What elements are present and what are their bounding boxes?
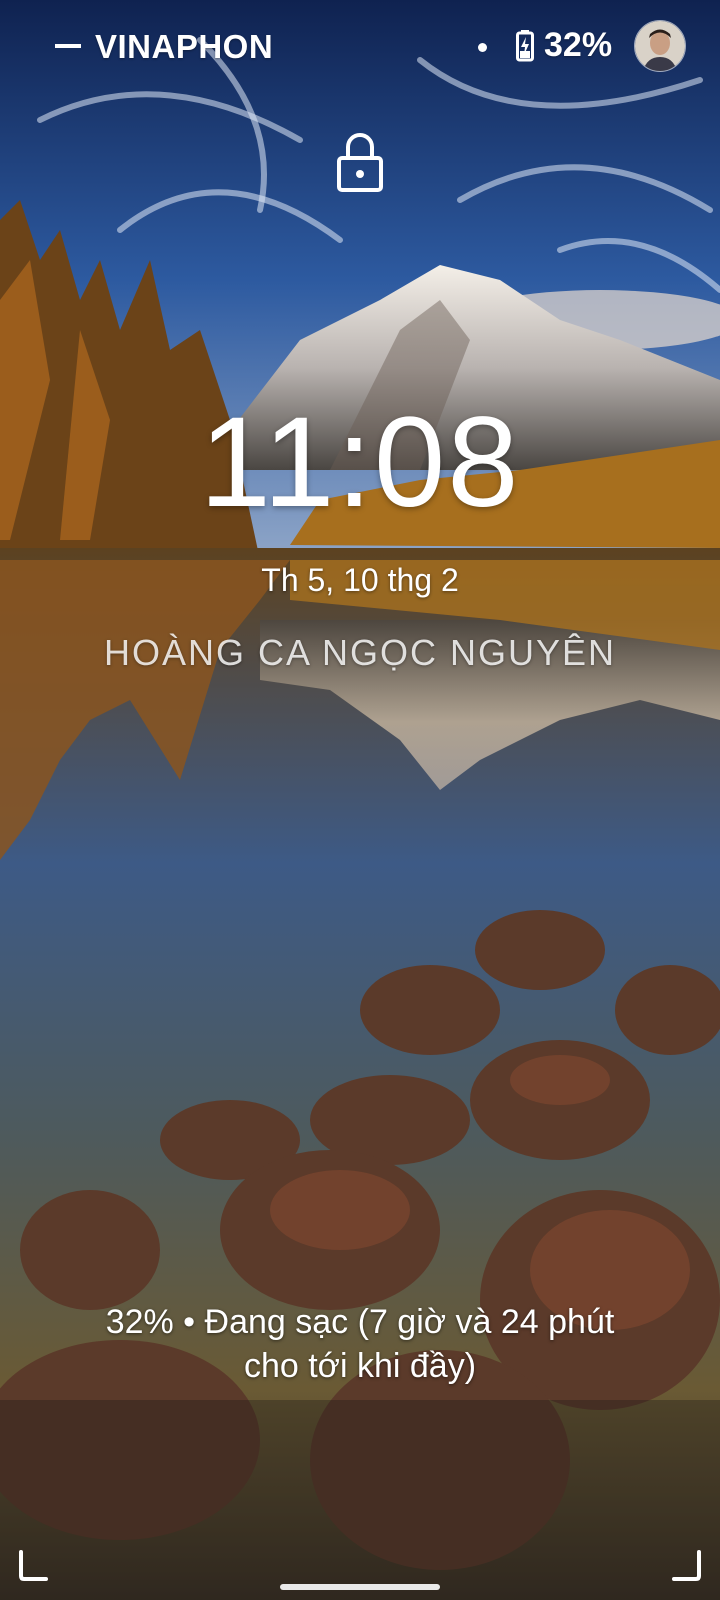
owner-info: HOÀNG CA NGỌC NGUYÊN [103,632,617,673]
battery-charging-icon [516,30,534,62]
date-label: Th 5, 10 thg 2 [261,562,459,598]
carrier-name: VINAPHON [55,28,290,68]
charging-status: 32% • Đang sạc (7 giờ và 24 phút cho tới… [40,1300,680,1388]
carrier-label: VINAPHON [95,28,274,65]
lock-icon[interactable] [336,130,384,194]
user-avatar[interactable] [634,20,686,72]
clock-time: 11:08 [199,391,521,534]
corner-left-icon[interactable] [18,1550,50,1582]
charging-line-1: 32% • Đang sạc (7 giờ và 24 phút [105,1303,615,1341]
signal-dash-icon [55,44,81,49]
battery-percent: 32% [544,26,613,64]
notification-dot-icon [478,43,487,52]
status-bar: VINAPHON 32% [0,0,720,96]
home-handle[interactable] [280,1584,440,1590]
corner-right-icon[interactable] [670,1550,702,1582]
charging-line-2: cho tới khi đầy) [243,1347,477,1385]
